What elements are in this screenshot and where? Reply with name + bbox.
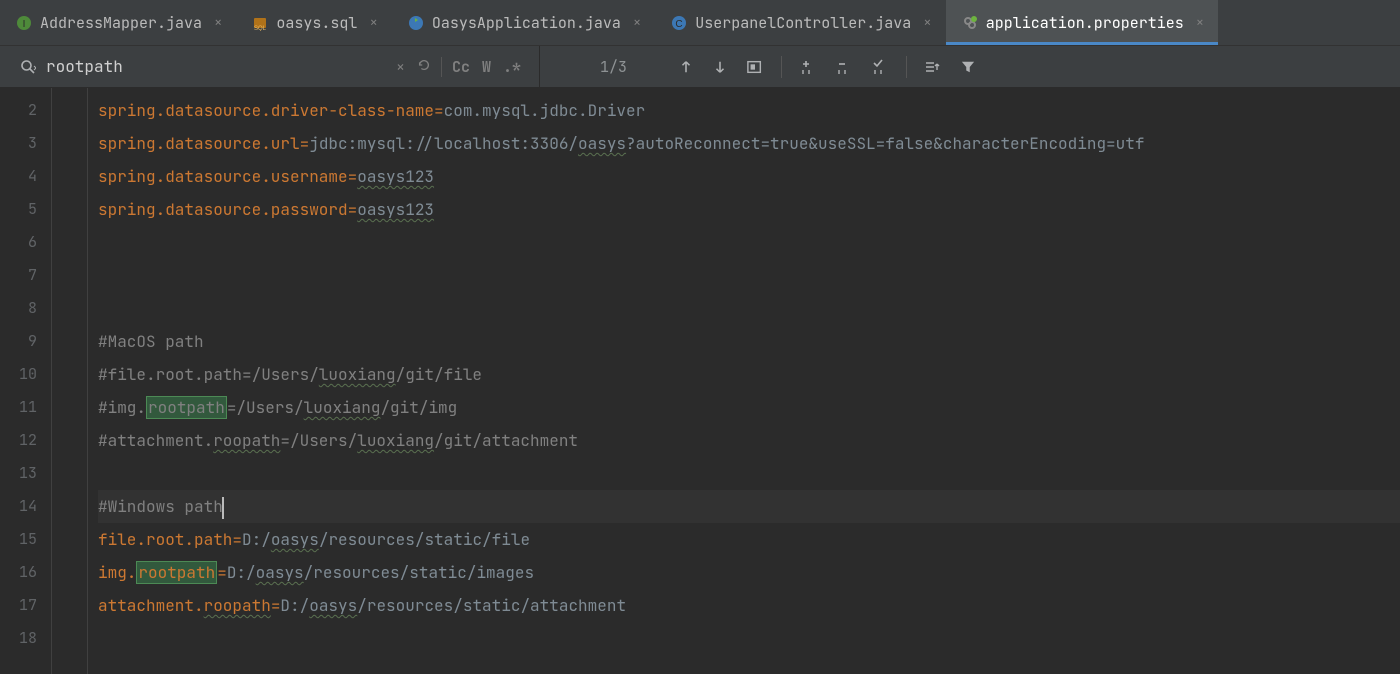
toggle-replace-button[interactable] bbox=[917, 60, 949, 74]
code-line-10[interactable]: #file.root.path=/Users/luoxiang/git/file bbox=[98, 358, 1400, 391]
words-toggle[interactable]: W bbox=[476, 57, 497, 77]
code-area[interactable]: spring.datasource.driver-class-name=com.… bbox=[88, 88, 1400, 674]
tab-bar: I AddressMapper.java × SQL oasys.sql × O… bbox=[0, 0, 1400, 46]
tab-label: application.properties bbox=[986, 13, 1184, 33]
prev-match-button[interactable] bbox=[671, 60, 701, 74]
tab-userpanelcontroller[interactable]: C UserpanelController.java × bbox=[655, 0, 945, 45]
tab-label: UserpanelController.java bbox=[695, 13, 911, 33]
find-toolbar: × Cc W .* 1/3 bbox=[0, 46, 1400, 88]
sql-file-icon: SQL bbox=[252, 15, 268, 31]
code-line-17[interactable]: attachment.roopath=D:/oasys/resources/st… bbox=[98, 589, 1400, 622]
code-line-4[interactable]: spring.datasource.username=oasys123 bbox=[98, 160, 1400, 193]
svg-text:SQL: SQL bbox=[254, 26, 267, 31]
match-case-toggle[interactable]: Cc bbox=[441, 57, 476, 77]
find-actions: 1/3 bbox=[540, 56, 997, 78]
close-icon[interactable]: × bbox=[369, 14, 377, 32]
java-class-icon: C bbox=[671, 15, 687, 31]
line-gutter: 23456789101112131415161718 bbox=[0, 88, 52, 674]
search-icon bbox=[20, 59, 36, 75]
gutter-extra bbox=[52, 88, 88, 674]
code-line-14[interactable]: #Windows path bbox=[98, 490, 1400, 523]
code-line-12[interactable]: #attachment.roopath=/Users/luoxiang/git/… bbox=[98, 424, 1400, 457]
match-count: 1/3 bbox=[600, 57, 627, 77]
code-line-3[interactable]: spring.datasource.url=jdbc:mysql://local… bbox=[98, 127, 1400, 160]
close-icon[interactable]: × bbox=[1196, 14, 1204, 32]
code-line-16[interactable]: img.rootpath=D:/oasys/resources/static/i… bbox=[98, 556, 1400, 589]
tab-label: AddressMapper.java bbox=[40, 13, 202, 33]
properties-file-icon bbox=[962, 15, 978, 31]
tab-addressmapper[interactable]: I AddressMapper.java × bbox=[0, 0, 236, 45]
code-line-7[interactable] bbox=[98, 259, 1400, 292]
java-interface-icon: I bbox=[16, 15, 32, 31]
search-box: × Cc W .* bbox=[0, 46, 540, 87]
filter-icon[interactable] bbox=[953, 60, 983, 74]
svg-text:I: I bbox=[23, 19, 26, 30]
close-icon[interactable]: × bbox=[633, 14, 641, 32]
separator bbox=[781, 56, 782, 78]
code-line-8[interactable] bbox=[98, 292, 1400, 325]
select-all-button[interactable] bbox=[739, 60, 771, 74]
tab-oasysapplication[interactable]: OasysApplication.java × bbox=[392, 0, 655, 45]
code-line-11[interactable]: #img.rootpath=/Users/luoxiang/git/img bbox=[98, 391, 1400, 424]
next-match-button[interactable] bbox=[705, 60, 735, 74]
tab-applicationproperties[interactable]: application.properties × bbox=[946, 0, 1218, 45]
regex-toggle[interactable]: .* bbox=[497, 57, 527, 77]
code-line-13[interactable] bbox=[98, 457, 1400, 490]
search-history-icon[interactable] bbox=[411, 57, 437, 77]
close-icon[interactable]: × bbox=[923, 14, 931, 32]
separator bbox=[906, 56, 907, 78]
code-line-6[interactable] bbox=[98, 226, 1400, 259]
search-input[interactable] bbox=[46, 56, 390, 77]
svg-text:C: C bbox=[676, 19, 683, 30]
code-line-2[interactable]: spring.datasource.driver-class-name=com.… bbox=[98, 94, 1400, 127]
tab-oasyssql[interactable]: SQL oasys.sql × bbox=[236, 0, 391, 45]
code-line-18[interactable] bbox=[98, 622, 1400, 655]
code-line-9[interactable]: #MacOS path bbox=[98, 325, 1400, 358]
clear-search-icon[interactable]: × bbox=[390, 57, 411, 77]
java-class-icon bbox=[408, 15, 424, 31]
remove-selection-button[interactable] bbox=[828, 59, 860, 75]
tab-label: oasys.sql bbox=[276, 13, 357, 33]
tab-label: OasysApplication.java bbox=[432, 13, 621, 33]
add-selection-button[interactable] bbox=[792, 59, 824, 75]
editor[interactable]: 23456789101112131415161718 spring.dataso… bbox=[0, 88, 1400, 674]
select-all-occur-button[interactable] bbox=[864, 59, 896, 75]
code-line-15[interactable]: file.root.path=D:/oasys/resources/static… bbox=[98, 523, 1400, 556]
code-line-5[interactable]: spring.datasource.password=oasys123 bbox=[98, 193, 1400, 226]
close-icon[interactable]: × bbox=[214, 14, 222, 32]
